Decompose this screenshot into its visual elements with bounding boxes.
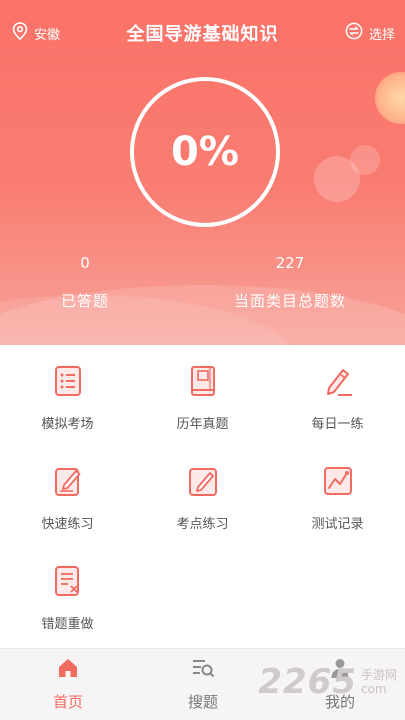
tab-label: 搜题 bbox=[187, 693, 218, 711]
tile-label: 错题重做 bbox=[41, 617, 94, 632]
wrong-doc-icon bbox=[50, 563, 86, 599]
tile-topic-practice[interactable]: 考点练习 bbox=[135, 445, 270, 545]
top-bar: 安徽 全国导游基础知识 选择 bbox=[0, 0, 405, 64]
switch-icon bbox=[345, 22, 363, 44]
pencil-icon bbox=[320, 363, 356, 399]
total-label: 当面类目总题数 bbox=[233, 292, 346, 310]
tile-label: 考点练习 bbox=[176, 517, 229, 532]
watermark-line1: 手游网 bbox=[360, 668, 397, 682]
tab-home[interactable]: 首页 bbox=[28, 657, 108, 712]
sun-decoration bbox=[375, 72, 405, 124]
total-stat: 227 当面类目总题数 bbox=[210, 254, 370, 311]
choose-button[interactable]: 选择 bbox=[345, 22, 395, 44]
tile-label: 快速练习 bbox=[41, 517, 94, 532]
choose-label: 选择 bbox=[368, 27, 395, 43]
chart-line-icon bbox=[320, 463, 356, 499]
edit-note-icon bbox=[50, 463, 86, 499]
book-icon bbox=[185, 363, 221, 399]
list-doc-icon bbox=[50, 363, 86, 399]
progress-ring: 0% bbox=[130, 77, 280, 227]
answered-count: 0 bbox=[80, 254, 90, 272]
tile-past-papers[interactable]: 历年真题 bbox=[135, 345, 270, 445]
hero-banner: 安徽 全国导游基础知识 选择 0% 0 已答题 227 当面类目总题数 bbox=[0, 0, 405, 345]
tile-quick-practice[interactable]: 快速练习 bbox=[0, 445, 135, 545]
answered-stat: 0 已答题 bbox=[40, 254, 130, 311]
tile-label: 每日一练 bbox=[311, 417, 364, 432]
tab-search[interactable]: 搜题 bbox=[163, 657, 243, 712]
tab-label: 首页 bbox=[52, 693, 83, 711]
total-count: 227 bbox=[275, 254, 305, 272]
watermark-text: 手游网 com bbox=[361, 668, 397, 696]
tile-daily-practice[interactable]: 每日一练 bbox=[270, 345, 405, 445]
answered-label: 已答题 bbox=[60, 292, 109, 310]
bokeh-decoration bbox=[350, 145, 380, 175]
watermark: 2265 手游网 com bbox=[258, 662, 397, 702]
tile-label: 模拟考场 bbox=[41, 417, 94, 432]
tile-label: 历年真题 bbox=[176, 417, 229, 432]
tile-label: 测试记录 bbox=[311, 517, 364, 532]
search-list-icon bbox=[191, 657, 215, 683]
watermark-number: 2265 bbox=[258, 662, 357, 702]
progress-percent: 0% bbox=[171, 129, 239, 175]
pen-square-icon bbox=[185, 463, 221, 499]
tile-test-records[interactable]: 测试记录 bbox=[270, 445, 405, 545]
home-icon bbox=[57, 657, 79, 683]
tile-mock-exam[interactable]: 模拟考场 bbox=[0, 345, 135, 445]
tile-redo-wrong[interactable]: 错题重做 bbox=[0, 545, 135, 645]
watermark-line2: com bbox=[360, 682, 387, 696]
